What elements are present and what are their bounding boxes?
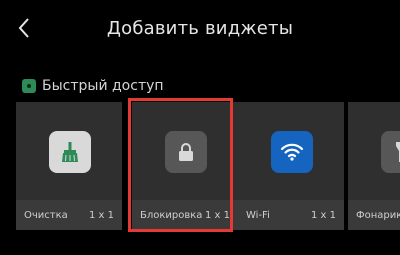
widget-footer: Фонарик <box>348 200 400 230</box>
page-title: Добавить виджеты <box>106 18 294 39</box>
widget-name: Очистка <box>24 209 68 221</box>
widget-size: 1 x 1 <box>311 209 336 221</box>
widget-name: Wi-Fi <box>246 209 270 221</box>
top-bar: Добавить виджеты <box>0 0 400 60</box>
lock-icon <box>165 131 207 173</box>
widget-card-wifi[interactable]: Wi-Fi 1 x 1 <box>238 102 344 230</box>
section-label: Быстрый доступ <box>42 78 164 94</box>
widget-size: 1 x 1 <box>205 209 230 221</box>
widget-name: Блокировка <box>140 209 203 221</box>
widget-card-flashlight[interactable]: Фонарик <box>348 102 400 230</box>
widget-footer: Очистка 1 x 1 <box>16 200 122 230</box>
widget-size: 1 x 1 <box>89 209 114 221</box>
widget-card-lock[interactable]: Блокировка 1 x 1 <box>132 102 238 230</box>
widget-footer: Блокировка 1 x 1 <box>132 200 238 230</box>
widget-card-cleaner[interactable]: Очистка 1 x 1 <box>16 102 122 230</box>
widget-name: Фонарик <box>356 209 400 221</box>
broom-icon <box>49 131 91 173</box>
quick-access-icon <box>22 79 36 93</box>
widget-list: Очистка 1 x 1 Блокировка 1 x 1 Wi-Fi 1 x… <box>16 102 400 230</box>
widget-footer: Wi-Fi 1 x 1 <box>238 200 344 230</box>
flashlight-icon <box>381 131 400 173</box>
wifi-icon <box>271 131 313 173</box>
section-header: Быстрый доступ <box>22 76 164 96</box>
